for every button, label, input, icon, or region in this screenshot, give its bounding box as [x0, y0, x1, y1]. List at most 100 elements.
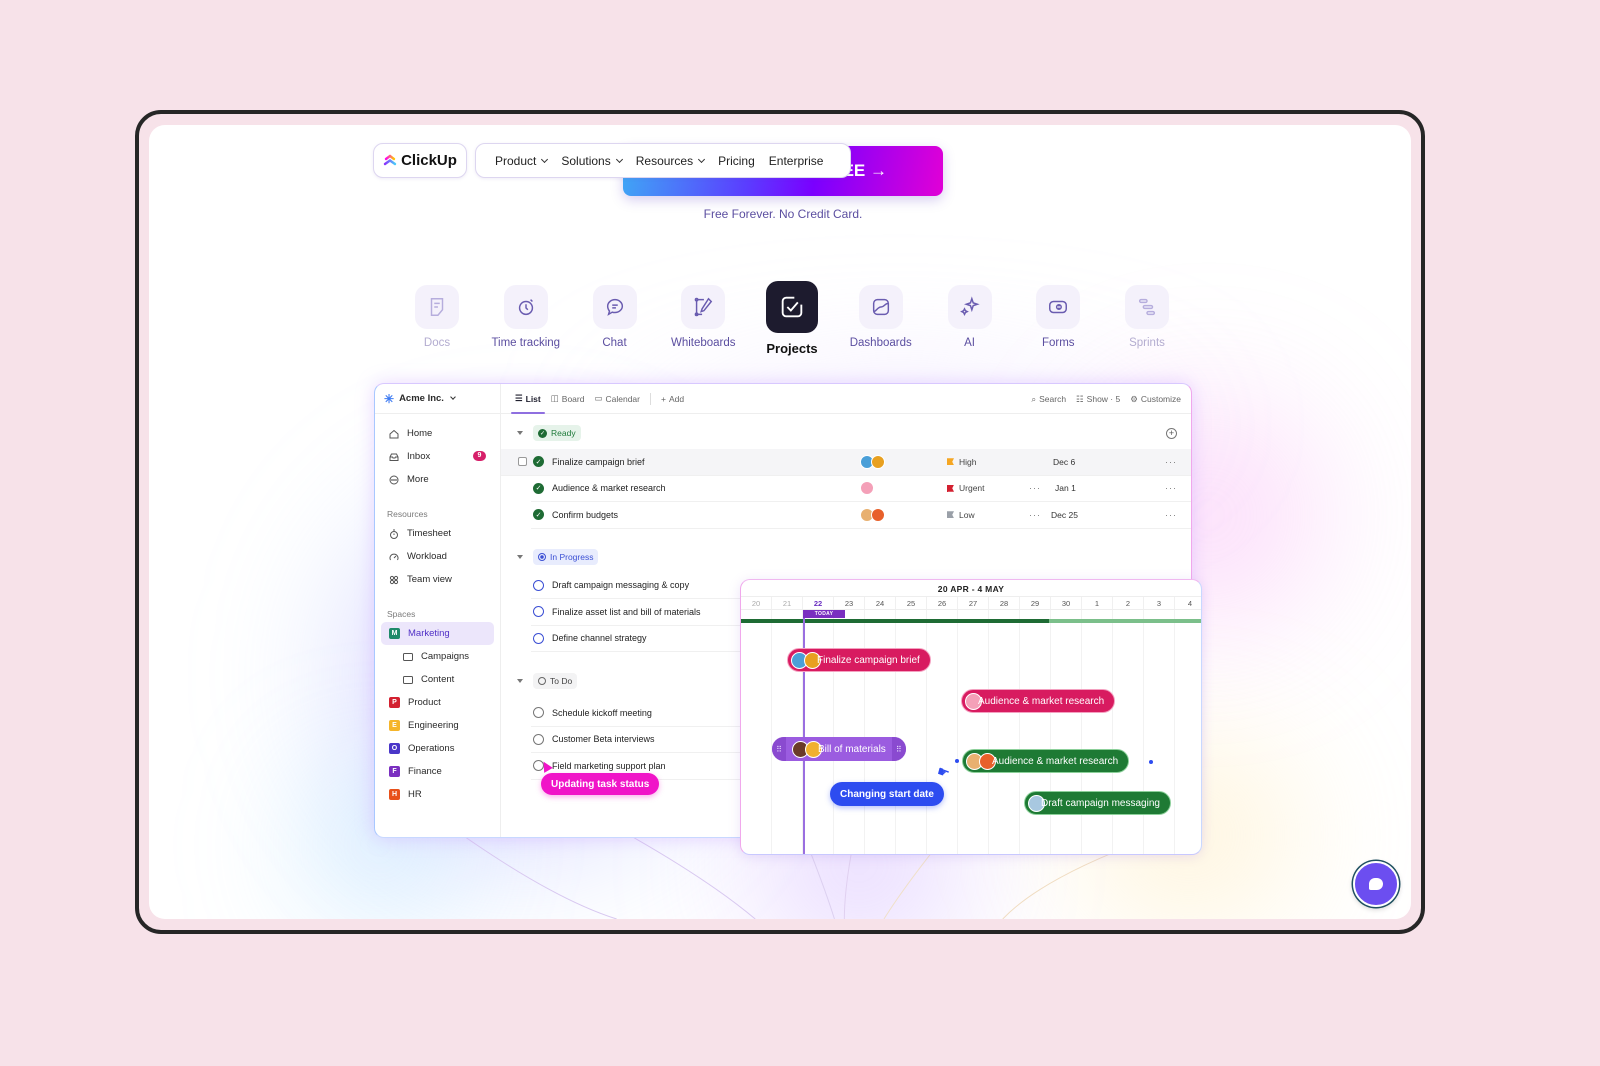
support-chat-button[interactable] — [1353, 861, 1399, 907]
status-badge[interactable]: To Do — [533, 673, 578, 689]
collapse-caret-icon[interactable] — [517, 431, 523, 435]
sidebar-folder-campaigns[interactable]: Campaigns — [375, 645, 500, 668]
customize-button[interactable]: ⚙ Customize — [1130, 384, 1181, 414]
feature-tab-chat[interactable]: Chat — [575, 285, 655, 365]
stopwatch-icon — [389, 529, 399, 539]
status-open-icon[interactable] — [533, 733, 544, 745]
tab-label: List — [525, 393, 541, 404]
sidebar-space-product[interactable]: P Product — [375, 691, 500, 714]
status-badge[interactable]: ✓ Ready — [533, 425, 581, 441]
nav-resources[interactable]: Resources — [629, 154, 711, 168]
task-row[interactable]: ✓ Finalize campaign brief High Dec 6 ··· — [501, 449, 1191, 476]
gantt-bar[interactable]: ⠿ Bill of materials ⠿ — [772, 737, 906, 761]
nav-product[interactable]: Product — [488, 154, 554, 168]
task-row[interactable]: ✓ Confirm budgets Low ··· Dec 25 ··· — [531, 502, 1191, 529]
priority[interactable]: High — [947, 457, 976, 467]
gantt-day-column — [741, 610, 772, 854]
sidebar-folder-content[interactable]: Content — [375, 668, 500, 691]
status-open-icon[interactable] — [533, 579, 544, 591]
gear-icon: ⚙ — [1130, 393, 1138, 404]
gantt-bar[interactable]: Draft campaign messaging — [1024, 791, 1171, 815]
gantt-day-column — [927, 610, 958, 854]
add-view-button[interactable]: + Add — [661, 384, 684, 414]
whiteboard-icon — [694, 297, 713, 317]
feature-tab-dashboards[interactable]: Dashboards — [841, 285, 921, 365]
sidebar-item-team-view[interactable]: Team view — [375, 568, 500, 591]
sidebar-item-inbox[interactable]: Inbox 9 — [375, 445, 500, 468]
clickup-logo[interactable]: ClickUp — [373, 143, 467, 178]
sidebar-item-home[interactable]: Home — [375, 422, 500, 445]
feature-tab-forms[interactable]: Forms — [1018, 285, 1098, 365]
tab-board[interactable]: ◫ Board — [551, 384, 585, 414]
due-date[interactable]: Dec 25 — [1051, 510, 1078, 520]
row-menu-icon[interactable]: ··· — [1165, 510, 1177, 520]
sidebar-item-timesheet[interactable]: Timesheet — [375, 522, 500, 545]
collapse-caret-icon[interactable] — [517, 679, 523, 683]
status-badge[interactable]: In Progress — [533, 548, 599, 565]
priority[interactable]: Low — [947, 510, 975, 520]
feature-tab-whiteboards[interactable]: Whiteboards — [663, 285, 743, 365]
assignees — [860, 454, 885, 469]
nav-solutions[interactable]: Solutions — [554, 154, 628, 168]
sidebar-space-hr[interactable]: H HR — [375, 783, 500, 806]
sidebar-space-marketing[interactable]: M Marketing — [381, 622, 494, 645]
feature-label: Whiteboards — [670, 337, 736, 349]
task-name: Field marketing support plan — [552, 760, 666, 771]
feature-tab-time-tracking[interactable]: Time tracking — [486, 285, 566, 365]
row-dots-icon[interactable]: ··· — [1029, 483, 1041, 493]
tab-list[interactable]: ☰ List — [511, 384, 545, 414]
add-task-icon[interactable]: + — [1166, 427, 1177, 439]
sidebar-space-finance[interactable]: F Finance — [375, 760, 500, 783]
sidebar-space-engineering[interactable]: E Engineering — [375, 714, 500, 737]
show-button[interactable]: ☷ Show · 5 — [1076, 384, 1120, 414]
gantt-day-label: 30 — [1051, 597, 1082, 609]
gantt-bar[interactable]: Audience & market research — [961, 689, 1116, 713]
assignees — [860, 481, 874, 496]
row-dots-icon[interactable]: ··· — [1029, 510, 1041, 520]
due-date[interactable]: Dec 6 — [1053, 457, 1075, 467]
gantt-bar[interactable]: Finalize campaign brief — [787, 648, 931, 672]
gantt-day-label: 27 — [958, 597, 989, 609]
status-open-icon[interactable] — [533, 606, 544, 618]
gantt-day-column — [1051, 610, 1082, 854]
connector-dot[interactable] — [1149, 760, 1153, 764]
sidebar-label: Content — [421, 674, 455, 685]
workspace-switcher[interactable]: ✳ Acme Inc. — [375, 384, 500, 414]
status-open-icon[interactable] — [533, 707, 544, 719]
sidebar-space-operations[interactable]: O Operations — [375, 737, 500, 760]
tab-calendar[interactable]: ▭ Calendar — [594, 384, 640, 414]
status-done-icon[interactable]: ✓ — [533, 509, 544, 521]
gantt-day-label: 21 — [772, 597, 803, 609]
row-menu-icon[interactable]: ··· — [1165, 483, 1177, 493]
task-name: Schedule kickoff meeting — [552, 707, 652, 718]
toolbar-divider — [650, 392, 651, 405]
task-row[interactable]: ✓ Audience & market research Urgent ··· … — [531, 476, 1191, 502]
sidebar-item-more[interactable]: More — [375, 468, 500, 491]
gantt-day-label: 4 — [1175, 597, 1201, 609]
chevron-down-icon — [541, 155, 549, 163]
status-done-icon[interactable]: ✓ — [533, 456, 544, 468]
status-open-icon[interactable] — [533, 632, 544, 644]
feature-tab-sprints[interactable]: Sprints — [1107, 285, 1187, 365]
nav-pricing[interactable]: Pricing — [711, 154, 762, 168]
gantt-bar[interactable]: Audience & market research — [962, 749, 1130, 773]
sidebar-label: Home — [407, 428, 433, 439]
gantt-day-column — [865, 610, 896, 854]
connector-dot[interactable] — [955, 759, 959, 763]
priority[interactable]: Urgent — [947, 483, 985, 493]
board-icon: ◫ — [550, 393, 559, 403]
feature-tab-ai[interactable]: AI — [930, 285, 1010, 365]
clickup-logo-icon — [383, 154, 397, 165]
nav-enterprise[interactable]: Enterprise — [762, 154, 831, 168]
task-checkbox[interactable] — [518, 457, 527, 467]
space-avatar: F — [389, 766, 400, 777]
feature-tab-docs[interactable]: Docs — [397, 285, 477, 365]
due-date[interactable]: Jan 1 — [1055, 483, 1076, 493]
row-menu-icon[interactable]: ··· — [1165, 457, 1177, 467]
collapse-caret-icon[interactable] — [517, 554, 523, 559]
flag-icon — [947, 458, 954, 466]
status-done-icon[interactable]: ✓ — [533, 482, 544, 494]
feature-tab-projects[interactable]: Projects — [752, 281, 832, 365]
search-button[interactable]: ⌕ Search — [1031, 384, 1066, 414]
sidebar-item-workload[interactable]: Workload — [375, 545, 500, 568]
